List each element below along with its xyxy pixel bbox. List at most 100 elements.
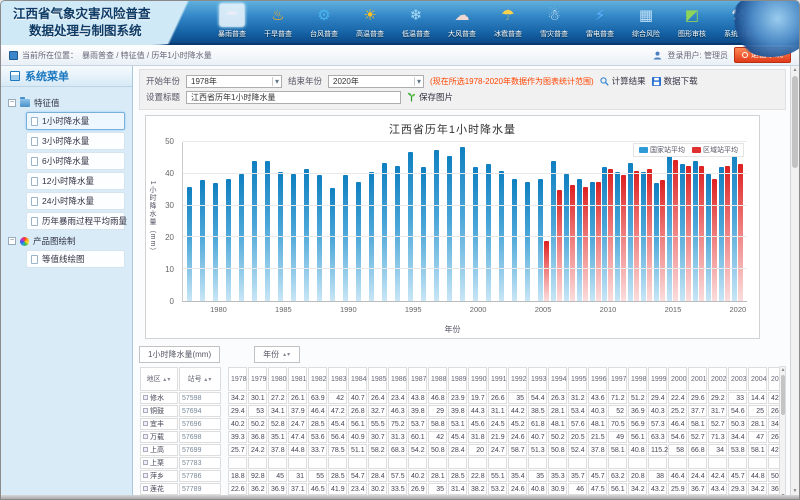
table-row[interactable]: 上高5769925.724.237.844.833.778.551.158.26… [140, 444, 786, 456]
table-row[interactable]: 铜鼓5769429.45334.137.946.447.226.832.746.… [140, 405, 786, 417]
bar-group [627, 142, 640, 301]
breadcrumb: 当前所在位置： 暴雨普查 / 特征值 / 历年1小时降水量 [9, 50, 212, 61]
region-cell[interactable]: 万载 [140, 431, 178, 443]
toolbar-item-lightning[interactable]: ⚡雷电普查 [577, 3, 623, 43]
value-cell: 44.2 [508, 405, 527, 417]
toolbar-item-risk-calc[interactable]: ▦综合风险 [623, 3, 669, 43]
value-cell: 47.2 [328, 405, 347, 417]
end-year-select[interactable]: 2020年 [328, 75, 424, 88]
page-scroll-up-icon[interactable]: ▲ [791, 66, 799, 74]
toolbar-item-drought[interactable]: ♨干旱普查 [255, 3, 301, 43]
value-cell: 44.8 [288, 444, 307, 456]
toolbar-item-label: 低温普查 [402, 29, 430, 39]
collapse-icon[interactable]: − [8, 99, 16, 107]
toolbar-item-hail[interactable]: ☂冰雹普查 [485, 3, 531, 43]
value-cell: 52.7 [688, 431, 707, 443]
table-row[interactable]: 宜丰5769640.250.252.824.728.545.456.155.57… [140, 418, 786, 430]
breadcrumb-prefix: 当前所在位置： [22, 50, 78, 61]
sidebar-group[interactable]: − 特征值 [6, 94, 127, 112]
toolbar-item-typhoon[interactable]: ⚙台风普查 [301, 3, 347, 43]
scroll-down-icon[interactable]: ▼ [780, 493, 786, 495]
toolbar-item-wind[interactable]: ☁大风普查 [439, 3, 485, 43]
page-scrollbar[interactable]: ▲ ▼ [790, 66, 799, 495]
station-header[interactable]: 站号 ▴▾ [179, 367, 221, 391]
value-cell: 21.5 [588, 431, 607, 443]
station-cell: 57696 [179, 418, 221, 430]
sidebar-item[interactable]: 历年暴雨过程平均雨量 [26, 212, 125, 230]
table-row[interactable]: 万载5769839.336.835.147.453.656.440.930.73… [140, 431, 786, 443]
value-cell: 28.4 [448, 444, 467, 456]
gridline [183, 268, 747, 269]
collapse-icon[interactable]: − [8, 237, 16, 245]
table-unit-box[interactable]: 1小时降水量(mm) [139, 346, 220, 363]
national-avg-bar [732, 148, 737, 301]
menu-icon [10, 71, 20, 81]
year-header: 1984 [348, 367, 367, 391]
region-header[interactable]: 地区 ▴▾ [140, 367, 178, 391]
value-cell: 49 [608, 431, 627, 443]
sidebar-item[interactable]: 12小时降水量 [26, 172, 125, 190]
save-image-button[interactable]: 保存图片 [407, 91, 453, 103]
toolbar-item-chart-review[interactable]: ◩图形审核 [669, 3, 715, 43]
region-cell[interactable]: 萍乡 [140, 470, 178, 482]
sidebar-item-label: 1小时降水量 [42, 115, 89, 127]
station-icon [143, 486, 148, 491]
scroll-up-icon[interactable]: ▲ [780, 367, 786, 373]
year-header: 1998 [628, 367, 647, 391]
sidebar-item[interactable]: 等值线绘图 [26, 250, 125, 268]
sidebar-group-label: 特征值 [34, 97, 60, 109]
download-button[interactable]: 数据下载 [652, 75, 698, 87]
region-cell[interactable]: 修水 [140, 392, 178, 404]
app-window: 江西省气象灾害风险普查 数据处理与制图系统 ☔暴雨普查♨干旱普查⚙台风普查☀高温… [0, 0, 800, 500]
page-scroll-down-icon[interactable]: ▼ [791, 487, 799, 495]
sidebar-item[interactable]: 3小时降水量 [26, 132, 125, 150]
content-area: 开始年份 1978年 结束年份 2020年 (现在所选1978-2020年数据作… [133, 66, 790, 495]
sidebar-item[interactable]: 24小时降水量 [26, 192, 125, 210]
table-row[interactable]: 莲花5778922.636.236.937.146.541.923.430.23… [140, 483, 786, 495]
page-scroll-thumb[interactable] [792, 76, 798, 168]
national-avg-bar [551, 161, 556, 301]
station-cell: 57786 [179, 470, 221, 482]
bar-group [381, 142, 394, 301]
calculate-button[interactable]: 计算结果 [600, 75, 646, 87]
bar-group: 1980 [212, 142, 225, 301]
table-vertical-scrollbar[interactable]: ▲ ▼ [779, 366, 786, 495]
value-cell: 28.5 [308, 418, 327, 430]
spacer [222, 392, 227, 404]
value-cell [328, 457, 347, 469]
value-cell: 45 [268, 470, 287, 482]
toolbar-item-low-temp[interactable]: ❄低温普查 [393, 3, 439, 43]
sidebar-group[interactable]: −产品图绘制 [6, 232, 127, 250]
bar-group [692, 142, 705, 301]
sidebar-item[interactable]: 6小时降水量 [26, 152, 125, 170]
region-cell[interactable]: 莲花 [140, 483, 178, 495]
power-icon [742, 52, 748, 58]
value-cell [468, 457, 487, 469]
legend-item: 区域站平均 [692, 145, 738, 155]
year-sort-box[interactable]: 年份▴▾ [254, 346, 300, 363]
sidebar-item-label: 12小时降水量 [42, 175, 94, 187]
toolbar-item-high-temp[interactable]: ☀高温普查 [347, 3, 393, 43]
year-header: 1985 [368, 367, 387, 391]
bar-group: 2010 [602, 142, 615, 301]
region-cell[interactable]: 上栗 [140, 457, 178, 469]
toolbar-item-label: 台风普查 [310, 29, 338, 39]
toolbar-item-rainstorm[interactable]: ☔暴雨普查 [209, 3, 255, 43]
table-row[interactable]: 上栗57783 [140, 457, 786, 469]
toolbar-item-snow[interactable]: ☃雪灾普查 [531, 3, 577, 43]
sidebar-item[interactable]: 1小时降水量 [26, 112, 125, 130]
table-row[interactable]: 修水5759834.230.127.226.163.94240.726.423.… [140, 392, 786, 404]
region-name: 万载 [150, 434, 164, 441]
x-tick-label: 1985 [275, 305, 292, 314]
table-scroll-thumb[interactable] [781, 375, 785, 415]
table-row[interactable]: 萍乡5778618.892.845315528.554.728.457.540.… [140, 470, 786, 482]
region-cell[interactable]: 宜丰 [140, 418, 178, 430]
chart-title-input[interactable] [186, 91, 401, 104]
value-cell: 53.1 [448, 418, 467, 430]
end-year-label: 结束年份 [288, 75, 322, 87]
toolbar-item-label: 大风普查 [448, 29, 476, 39]
region-cell[interactable]: 铜鼓 [140, 405, 178, 417]
value-cell: 45.7 [728, 470, 747, 482]
start-year-select[interactable]: 1978年 [186, 75, 282, 88]
region-cell[interactable]: 上高 [140, 444, 178, 456]
